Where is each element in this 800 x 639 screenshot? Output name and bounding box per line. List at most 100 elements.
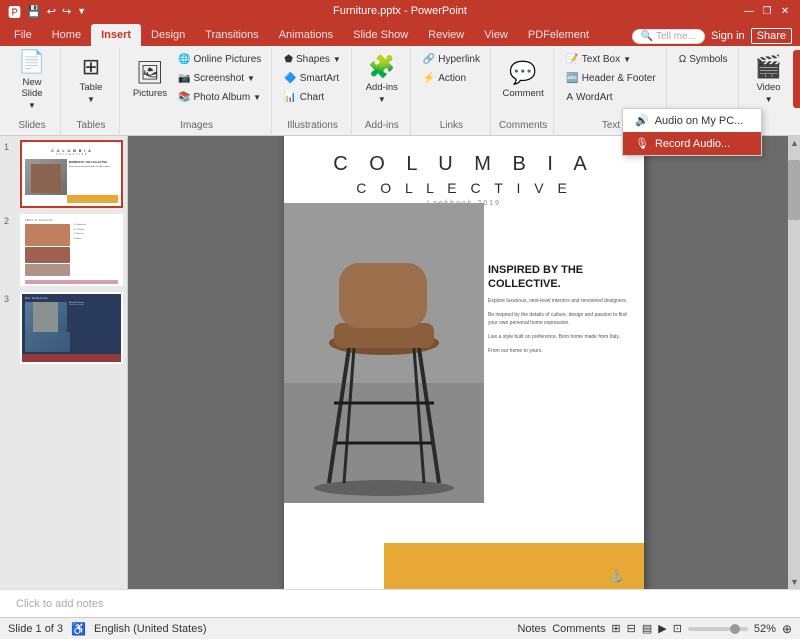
main-area: 1 C O L U M B I A C O L L E C T I V E IN… [0, 136, 800, 589]
signin-button[interactable]: Sign in [711, 30, 745, 42]
tab-review[interactable]: Review [418, 24, 474, 46]
tab-animations[interactable]: Animations [269, 24, 343, 46]
inspired-heading: INSPIRED BY THE COLLECTIVE. [488, 263, 628, 292]
header-footer-icon: 🔤 [566, 73, 578, 84]
slide-chair-image [284, 203, 484, 503]
photo-album-icon: 📚 [178, 92, 190, 103]
canvas-area: C O L U M B I A C O L L E C T I V E Look… [128, 136, 800, 589]
inspired-para-4: From our home to yours. [488, 347, 628, 355]
slide-num-1: 1 [4, 142, 16, 152]
record-audio-item[interactable]: 🎙 Record Audio... [623, 132, 761, 155]
online-pictures-button[interactable]: 🌐 Online Pictures [174, 50, 265, 68]
click-to-add-notes: Click to add notes [16, 598, 103, 610]
table-button[interactable]: ⊞ Table ▼ [69, 50, 113, 108]
view-slide-sorter-icon[interactable]: ⊟ [627, 622, 636, 635]
pictures-button[interactable]: 🖼 Pictures [128, 50, 172, 108]
view-slideshow-icon[interactable]: ▶ [658, 622, 666, 635]
slide-img-2[interactable]: Table of Contents 01. Introduction 02. C… [20, 214, 123, 286]
slide-num-2: 2 [4, 216, 16, 226]
qat-redo[interactable]: ↪ [62, 5, 71, 18]
slide-collective: C O L L E C T I V E [284, 180, 644, 196]
scrollbar-down-arrow[interactable]: ▼ [788, 575, 800, 589]
video-icon: 🎬 [755, 54, 782, 80]
zoom-fit-icon[interactable]: ⊕ [782, 622, 792, 636]
new-slide-button[interactable]: 📄 New Slide ▼ [10, 50, 54, 108]
scrollbar-up-arrow[interactable]: ▲ [788, 136, 800, 150]
ribbon-tabs: File Home Insert Design Transitions Anim… [0, 22, 800, 46]
wordart-icon: A [566, 92, 573, 103]
tab-view[interactable]: View [474, 24, 518, 46]
textbox-icon: 📝 [566, 54, 578, 65]
accessibility-icon: ♿ [71, 622, 86, 636]
new-slide-icon: 📄 [18, 49, 45, 75]
tab-slideshow[interactable]: Slide Show [343, 24, 418, 46]
ribbon-group-links: 🔗 Hyperlink ⚡ Action Links [413, 48, 491, 135]
table-arrow: ▼ [87, 95, 95, 104]
screenshot-button[interactable]: 📷 Screenshot ▼ [174, 69, 265, 87]
close-btn[interactable]: ✕ [778, 4, 792, 18]
minimize-btn[interactable]: — [742, 4, 756, 18]
notes-bar[interactable]: Click to add notes [0, 589, 800, 617]
comment-button[interactable]: 💬 Comment [501, 50, 545, 108]
pictures-icon: 🖼 [136, 60, 164, 86]
table-icon: ⊞ [82, 54, 100, 80]
slide-thumb-3[interactable]: 3 Our Collection Minimalist furniture Sc… [4, 292, 123, 364]
slide-columbia: C O L U M B I A [284, 153, 644, 176]
audio-my-pc-item[interactable]: 🔊 Audio on My PC... [623, 109, 761, 132]
action-button[interactable]: ⚡ Action [419, 69, 484, 87]
addins-button[interactable]: 🧩 Add-ins ▼ [360, 50, 404, 108]
slide-thumb-1[interactable]: 1 C O L U M B I A C O L L E C T I V E IN… [4, 140, 123, 208]
fit-slide-icon[interactable]: ⊡ [673, 622, 682, 635]
tell-me-input[interactable]: 🔍 Tell me... [632, 29, 705, 44]
vertical-scrollbar[interactable]: ▲ ▼ [788, 136, 800, 589]
photo-album-button[interactable]: 📚 Photo Album ▼ [174, 88, 265, 106]
audio-button[interactable]: 🔊 Audio ▼ [793, 50, 800, 108]
qat-undo[interactable]: ↩ [47, 5, 56, 18]
scrollbar-thumb[interactable] [788, 160, 800, 220]
title-bar-controls: — ❐ ✕ [742, 4, 792, 18]
title-bar-left: 🅿 💾 ↩ ↪ ▼ [8, 2, 86, 21]
tab-pdfelement[interactable]: PDFelement [518, 24, 599, 46]
inspired-para-3: Live a style built on preference. Born h… [488, 333, 628, 341]
slide-img-3[interactable]: Our Collection Minimalist furniture Scan… [20, 292, 123, 364]
ribbon-group-slides: 📄 New Slide ▼ Slides [4, 48, 61, 135]
textbox-button[interactable]: 📝 Text Box ▼ [562, 50, 659, 68]
record-icon: 🎙 [635, 137, 649, 150]
shapes-icon: ⬟ [284, 54, 293, 65]
chart-icon: 📊 [284, 92, 296, 103]
share-button[interactable]: Share [751, 28, 792, 44]
qat-save[interactable]: 💾 [27, 5, 41, 18]
header-footer-button[interactable]: 🔤 Header & Footer [562, 69, 659, 87]
tab-file[interactable]: File [4, 24, 42, 46]
chart-button[interactable]: 📊 Chart [280, 88, 345, 106]
tab-transitions[interactable]: Transitions [195, 24, 268, 46]
tab-design[interactable]: Design [141, 24, 195, 46]
shapes-button[interactable]: ⬟ Shapes ▼ [280, 50, 345, 68]
ribbon-group-comments: 💬 Comment Comments [493, 48, 554, 135]
tab-home[interactable]: Home [42, 24, 91, 46]
tab-insert[interactable]: Insert [91, 24, 141, 46]
hyperlink-button[interactable]: 🔗 Hyperlink [419, 50, 484, 68]
ribbon-group-illustrations: ⬟ Shapes ▼ 🔷 SmartArt 📊 Chart Illustrati… [274, 48, 352, 135]
slide-img-1[interactable]: C O L U M B I A C O L L E C T I V E INSP… [20, 140, 123, 208]
comment-icon: 💬 [509, 60, 536, 86]
slide-header: C O L U M B I A C O L L E C T I V E Look… [284, 136, 644, 207]
status-bar: Slide 1 of 3 ♿ English (United States) N… [0, 617, 800, 639]
symbols-button[interactable]: Ω Symbols [675, 50, 732, 68]
zoom-thumb[interactable] [730, 624, 740, 634]
zoom-slider[interactable] [688, 627, 748, 631]
restore-btn[interactable]: ❐ [760, 4, 774, 18]
slide-thumb-2[interactable]: 2 Table of Contents 01. Introduction 02.… [4, 214, 123, 286]
qat-customize[interactable]: ▼ [77, 6, 86, 16]
view-normal-icon[interactable]: ⊞ [611, 622, 620, 635]
hyperlink-icon: 🔗 [423, 54, 435, 65]
slide-bottom-bar: ⚓ [384, 543, 644, 590]
view-reading-icon[interactable]: ▤ [642, 622, 652, 635]
search-icon: 🔍 [641, 31, 653, 42]
wordart-button[interactable]: A WordArt [562, 88, 659, 106]
addins-icon: 🧩 [368, 54, 395, 80]
slide-num-3: 3 [4, 294, 16, 304]
smartart-button[interactable]: 🔷 SmartArt [280, 69, 345, 87]
inspired-para-1: Explore luxurious, next-level interiors … [488, 297, 628, 305]
video-button[interactable]: 🎬 Video ▼ [747, 50, 791, 108]
